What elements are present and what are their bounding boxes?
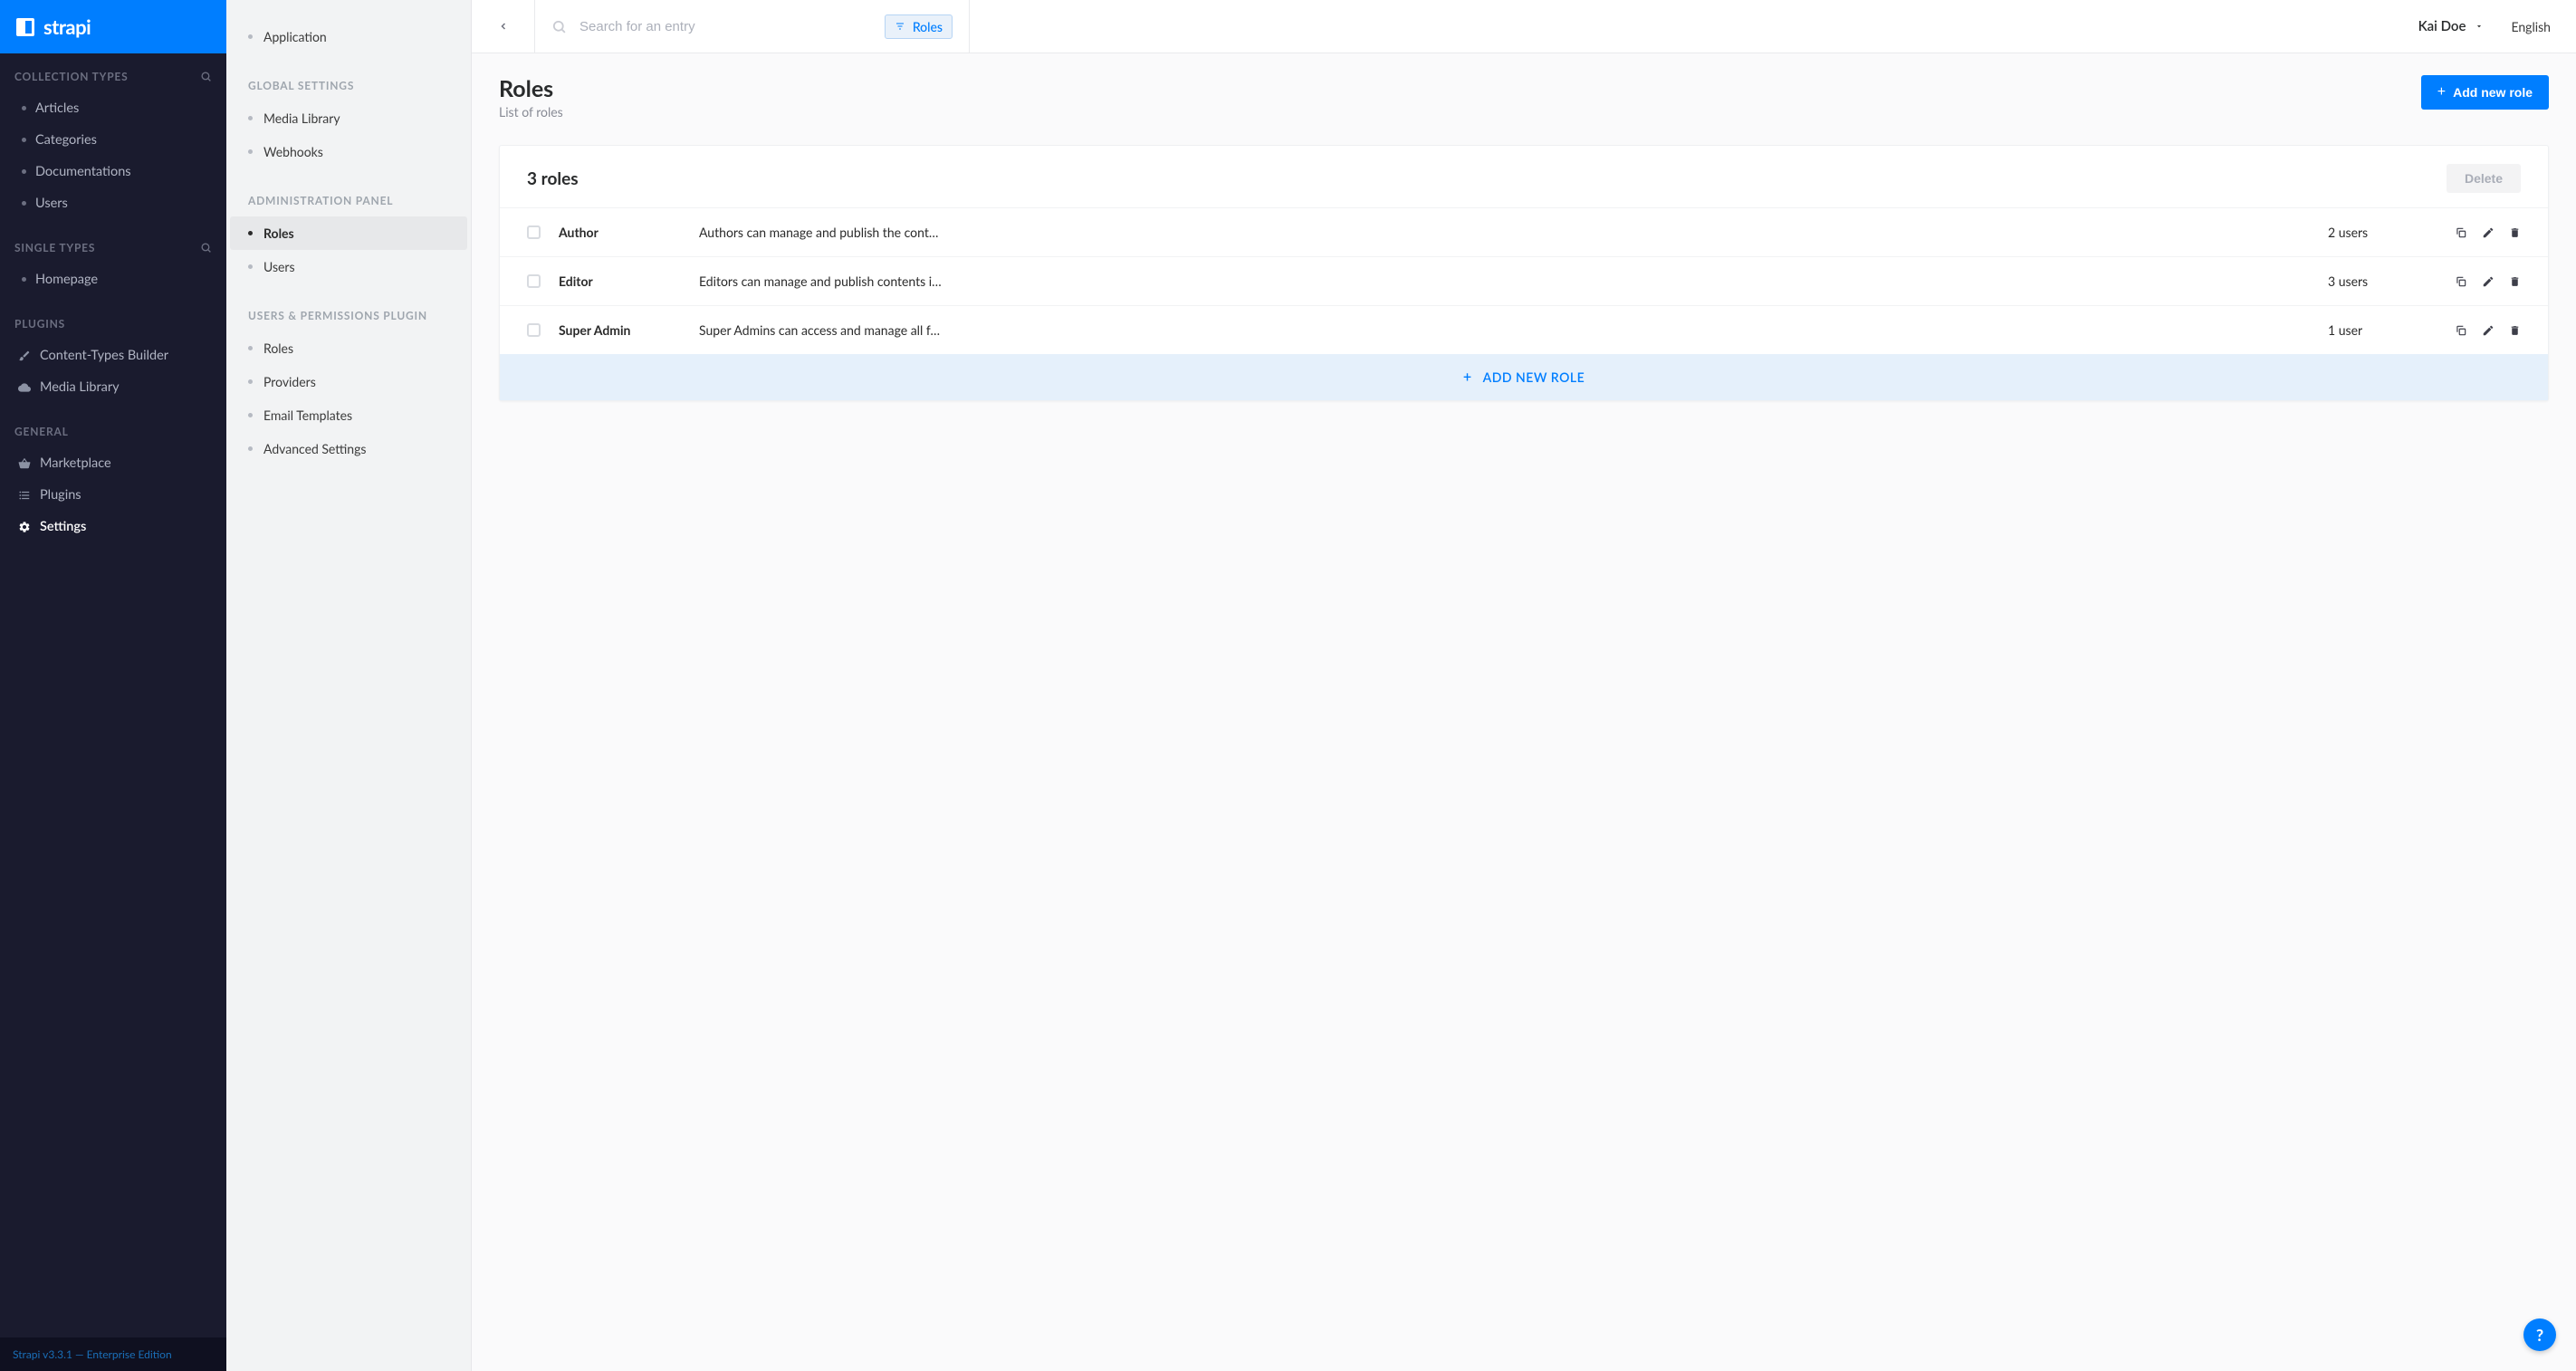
role-name: Editor (559, 273, 681, 289)
role-row[interactable]: Editor Editors can manage and publish co… (500, 256, 2548, 305)
basket-icon (18, 457, 31, 470)
section-heading-general: GENERAL (14, 425, 69, 438)
subnav-item-application[interactable]: Application (226, 20, 471, 53)
search-icon (551, 19, 567, 34)
roles-table: 3 roles Delete Author Authors can manage… (499, 145, 2549, 401)
subnav-item-media-library[interactable]: Media Library (226, 101, 471, 135)
duplicate-icon[interactable] (2455, 226, 2467, 239)
cloud-icon (18, 381, 31, 394)
search-filter-tag[interactable]: Roles (885, 14, 953, 39)
primary-sidebar: strapi COLLECTION TYPES Articles Categor… (0, 0, 226, 1371)
delete-button[interactable]: Delete (2447, 164, 2521, 193)
sidebar-item-plugins[interactable]: Plugins (14, 479, 212, 511)
filter-icon (895, 21, 905, 32)
section-heading-collection-types: COLLECTION TYPES (14, 70, 129, 83)
role-description: Super Admins can access and manage all f… (699, 322, 2310, 338)
brand-name: strapi (43, 14, 91, 39)
subnav-item-roles[interactable]: Roles (230, 216, 467, 250)
search-icon[interactable] (200, 71, 212, 82)
gear-icon (18, 521, 31, 533)
row-checkbox[interactable] (527, 323, 541, 337)
brush-icon (18, 350, 31, 362)
subnav-item-advanced-settings[interactable]: Advanced Settings (226, 432, 471, 465)
role-description: Authors can manage and publish the cont… (699, 225, 2310, 240)
subnav-item-webhooks[interactable]: Webhooks (226, 135, 471, 168)
subnav-item-email-templates[interactable]: Email Templates (226, 398, 471, 432)
back-button[interactable] (472, 0, 535, 53)
search-input[interactable] (579, 19, 872, 34)
sidebar-item-homepage[interactable]: Homepage (14, 264, 212, 295)
help-button[interactable]: ? (2523, 1318, 2556, 1351)
subnav-heading-users-permissions: USERS & PERMISSIONS PLUGIN (226, 309, 471, 331)
edit-icon[interactable] (2482, 275, 2495, 288)
section-heading-plugins: PLUGINS (14, 317, 65, 331)
caret-down-icon (2475, 22, 2484, 31)
subnav-item-providers[interactable]: Providers (226, 365, 471, 398)
sidebar-footer-version: Strapi v3.3.1 — Enterprise Edition (0, 1337, 226, 1371)
page-title: Roles (499, 75, 563, 102)
role-users: 3 users (2328, 273, 2437, 289)
add-new-role-label: Add new role (2453, 85, 2533, 100)
roles-count-title: 3 roles (527, 168, 579, 189)
row-checkbox[interactable] (527, 225, 541, 239)
sidebar-item-marketplace[interactable]: Marketplace (14, 447, 212, 479)
user-name-label: Kai Doe (2418, 18, 2466, 34)
language-button[interactable]: English (2511, 19, 2551, 34)
settings-subnav: Application GLOBAL SETTINGS Media Librar… (226, 0, 472, 1371)
sidebar-item-media-library[interactable]: Media Library (14, 371, 212, 403)
role-name: Super Admin (559, 322, 681, 338)
trash-icon[interactable] (2509, 275, 2521, 288)
role-users: 2 users (2328, 225, 2437, 240)
main-area: Roles Kai Doe English Roles List of role… (472, 0, 2576, 1371)
user-menu-button[interactable]: Kai Doe (2418, 18, 2485, 34)
sidebar-item-articles[interactable]: Articles (14, 92, 212, 124)
page-subtitle: List of roles (499, 104, 563, 120)
search-filter-label: Roles (913, 19, 943, 34)
edit-icon[interactable] (2482, 324, 2495, 337)
add-new-role-footer-button[interactable]: + ADD NEW ROLE (500, 354, 2548, 400)
sidebar-item-content-types-builder[interactable]: Content-Types Builder (14, 340, 212, 371)
duplicate-icon[interactable] (2455, 324, 2467, 337)
role-row[interactable]: Super Admin Super Admins can access and … (500, 305, 2548, 354)
subnav-heading-admin: ADMINISTRATION PANEL (226, 194, 471, 216)
sidebar-item-documentations[interactable]: Documentations (14, 156, 212, 187)
subnav-item-users[interactable]: Users (226, 250, 471, 283)
plus-icon: + (2437, 84, 2446, 101)
role-row[interactable]: Author Authors can manage and publish th… (500, 207, 2548, 256)
list-icon (18, 489, 31, 502)
edit-icon[interactable] (2482, 226, 2495, 239)
role-users: 1 user (2328, 322, 2437, 338)
topbar: Roles Kai Doe English (472, 0, 2576, 53)
trash-icon[interactable] (2509, 226, 2521, 239)
trash-icon[interactable] (2509, 324, 2521, 337)
subnav-item-up-roles[interactable]: Roles (226, 331, 471, 365)
section-heading-single-types: SINGLE TYPES (14, 241, 95, 254)
brand-header[interactable]: strapi (0, 0, 226, 53)
sidebar-item-users[interactable]: Users (14, 187, 212, 219)
plus-icon: + (1463, 369, 1472, 386)
sidebar-item-settings[interactable]: Settings (14, 511, 212, 542)
role-description: Editors can manage and publish contents … (699, 273, 2310, 289)
search-icon[interactable] (200, 242, 212, 254)
role-name: Author (559, 225, 681, 240)
add-new-role-footer-label: ADD NEW ROLE (1483, 369, 1585, 385)
sidebar-item-categories[interactable]: Categories (14, 124, 212, 156)
strapi-logo-icon (16, 18, 34, 36)
subnav-heading-global: GLOBAL SETTINGS (226, 79, 471, 101)
row-checkbox[interactable] (527, 274, 541, 288)
duplicate-icon[interactable] (2455, 275, 2467, 288)
add-new-role-button[interactable]: + Add new role (2421, 75, 2549, 110)
